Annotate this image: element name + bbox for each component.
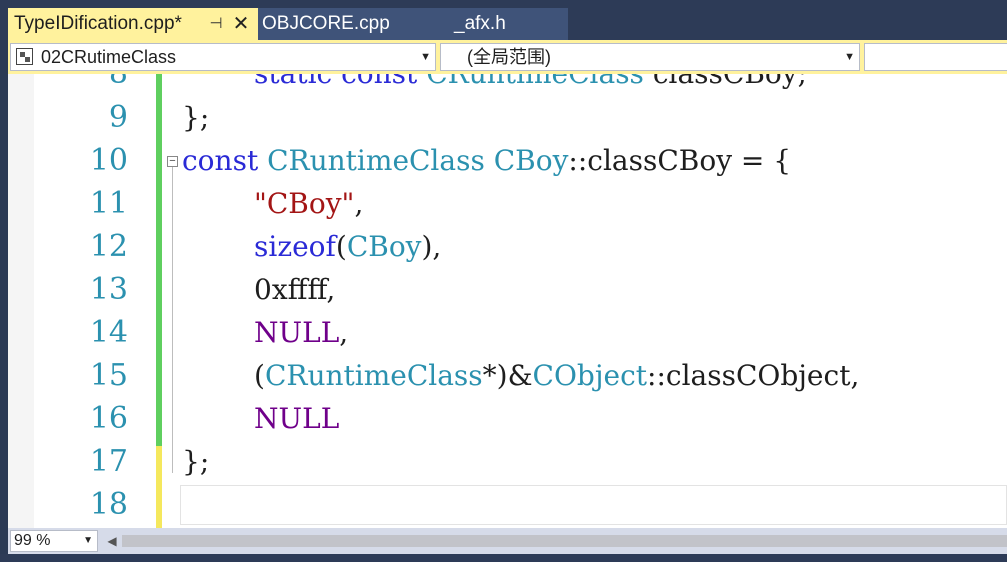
chevron-down-icon[interactable]: ▼ [83, 531, 93, 551]
class-icon [16, 48, 33, 65]
document-tab-bar: TypeIDification.cpp* ⊣ ✕ OBJCORE.cpp _af… [0, 0, 1007, 40]
navigation-bar: 02CRutimeClass ▼ (全局范围) ▼ [8, 40, 1007, 74]
punctuation-token: *)& [482, 359, 533, 392]
code-text: const CRuntimeClass CBoy::classCBoy = { [182, 139, 791, 182]
punctuation-token: , [354, 187, 364, 220]
line-number: 14 [89, 315, 128, 350]
code-line: 9 }; [8, 96, 1007, 139]
identifier-token: ::classCBoy = { [568, 144, 792, 177]
line-number: 15 [89, 358, 128, 393]
code-line: 14 NULL, [8, 311, 1007, 354]
member-dropdown[interactable] [864, 43, 1007, 71]
identifier-token: classCBoy; [653, 74, 807, 90]
type-token: CObject [532, 359, 648, 392]
type-token: CRuntimeClass [426, 74, 644, 90]
line-number: 13 [89, 272, 128, 307]
punctuation-token: ( [254, 359, 265, 392]
window-bottom-edge [0, 554, 1007, 562]
line-number: 18 [89, 487, 128, 522]
identifier-token: ::classCObject, [647, 359, 860, 392]
pin-icon[interactable]: ⊣ [206, 8, 226, 40]
chevron-down-icon[interactable]: ▼ [420, 44, 431, 70]
horizontal-scrollbar[interactable] [122, 535, 1007, 547]
keyword-token: const [182, 144, 259, 177]
class-dropdown[interactable]: 02CRutimeClass ▼ [10, 43, 436, 71]
code-line: 13 0xffff, [8, 268, 1007, 311]
tab-label: OBJCORE.cpp [262, 13, 390, 34]
type-token: CRuntimeClass [267, 144, 485, 177]
tab-label: TypeIDification.cpp* [14, 13, 182, 34]
tab-afx-h[interactable]: _afx.h [444, 8, 568, 40]
code-text: }; [182, 101, 210, 134]
code-line: 15 (CRuntimeClass*)&CObject::classCObjec… [8, 354, 1007, 397]
type-token: CBoy [493, 144, 569, 177]
scope-dropdown-value: (全局范围) [467, 47, 551, 67]
keyword-token: static [254, 74, 332, 90]
editor-bottom-bar: 99 % ▼ ◀ [8, 528, 1007, 554]
zoom-dropdown[interactable]: 99 % ▼ [10, 530, 98, 552]
code-line: 11 "CBoy", [8, 182, 1007, 225]
scope-dropdown[interactable]: (全局范围) ▼ [440, 43, 860, 71]
code-line: 12 sizeof(CBoy), [8, 225, 1007, 268]
line-number: 8 [38, 74, 128, 95]
code-lines: 8 static const CRuntimeClass classCBoy; … [8, 74, 1007, 528]
type-token: CBoy [346, 230, 422, 263]
tab-typeidification-cpp[interactable]: TypeIDification.cpp* ⊣ ✕ [8, 8, 258, 40]
punctuation-token: , [339, 316, 349, 349]
code-line: 10 const CRuntimeClass CBoy::classCBoy =… [8, 139, 1007, 182]
keyword-token: sizeof [254, 230, 336, 263]
zoom-value: 99 % [14, 532, 51, 549]
punctuation-token: ), [421, 230, 442, 263]
macro-token: NULL [254, 316, 340, 349]
code-text: 0xffff, [254, 273, 336, 306]
tab-objcore-cpp[interactable]: OBJCORE.cpp [258, 8, 444, 40]
code-text: "CBoy", [182, 182, 363, 225]
line-number: 9 [108, 100, 128, 135]
punctuation-token: ( [335, 230, 347, 263]
code-editor[interactable]: − 8 static const CRuntimeClass classCBoy… [8, 74, 1007, 528]
code-text: }; [182, 445, 210, 478]
line-number: 16 [89, 401, 128, 436]
code-line: 18 [8, 483, 1007, 526]
code-text: sizeof(CBoy), [182, 225, 441, 268]
code-text: (CRuntimeClass*)&CObject::classCObject, [182, 354, 859, 397]
code-text: NULL, [182, 311, 348, 354]
code-line: 17 }; [8, 440, 1007, 483]
line-number: 10 [89, 143, 128, 178]
scroll-left-icon[interactable]: ◀ [105, 531, 119, 551]
line-number: 17 [89, 444, 128, 479]
code-text: static const CRuntimeClass classCBoy; [182, 74, 807, 95]
line-number: 12 [89, 229, 128, 264]
code-line: 16 NULL [8, 397, 1007, 440]
string-token: "CBoy" [254, 187, 355, 220]
line-number: 11 [89, 186, 128, 221]
tab-label: _afx.h [454, 13, 506, 34]
keyword-token: const [341, 74, 417, 90]
code-text: NULL [254, 402, 340, 435]
code-line: 8 static const CRuntimeClass classCBoy; [8, 74, 1007, 95]
type-token: CRuntimeClass [264, 359, 483, 392]
chevron-down-icon[interactable]: ▼ [844, 44, 855, 70]
class-dropdown-value: 02CRutimeClass [41, 47, 177, 67]
close-icon[interactable]: ✕ [230, 8, 252, 40]
